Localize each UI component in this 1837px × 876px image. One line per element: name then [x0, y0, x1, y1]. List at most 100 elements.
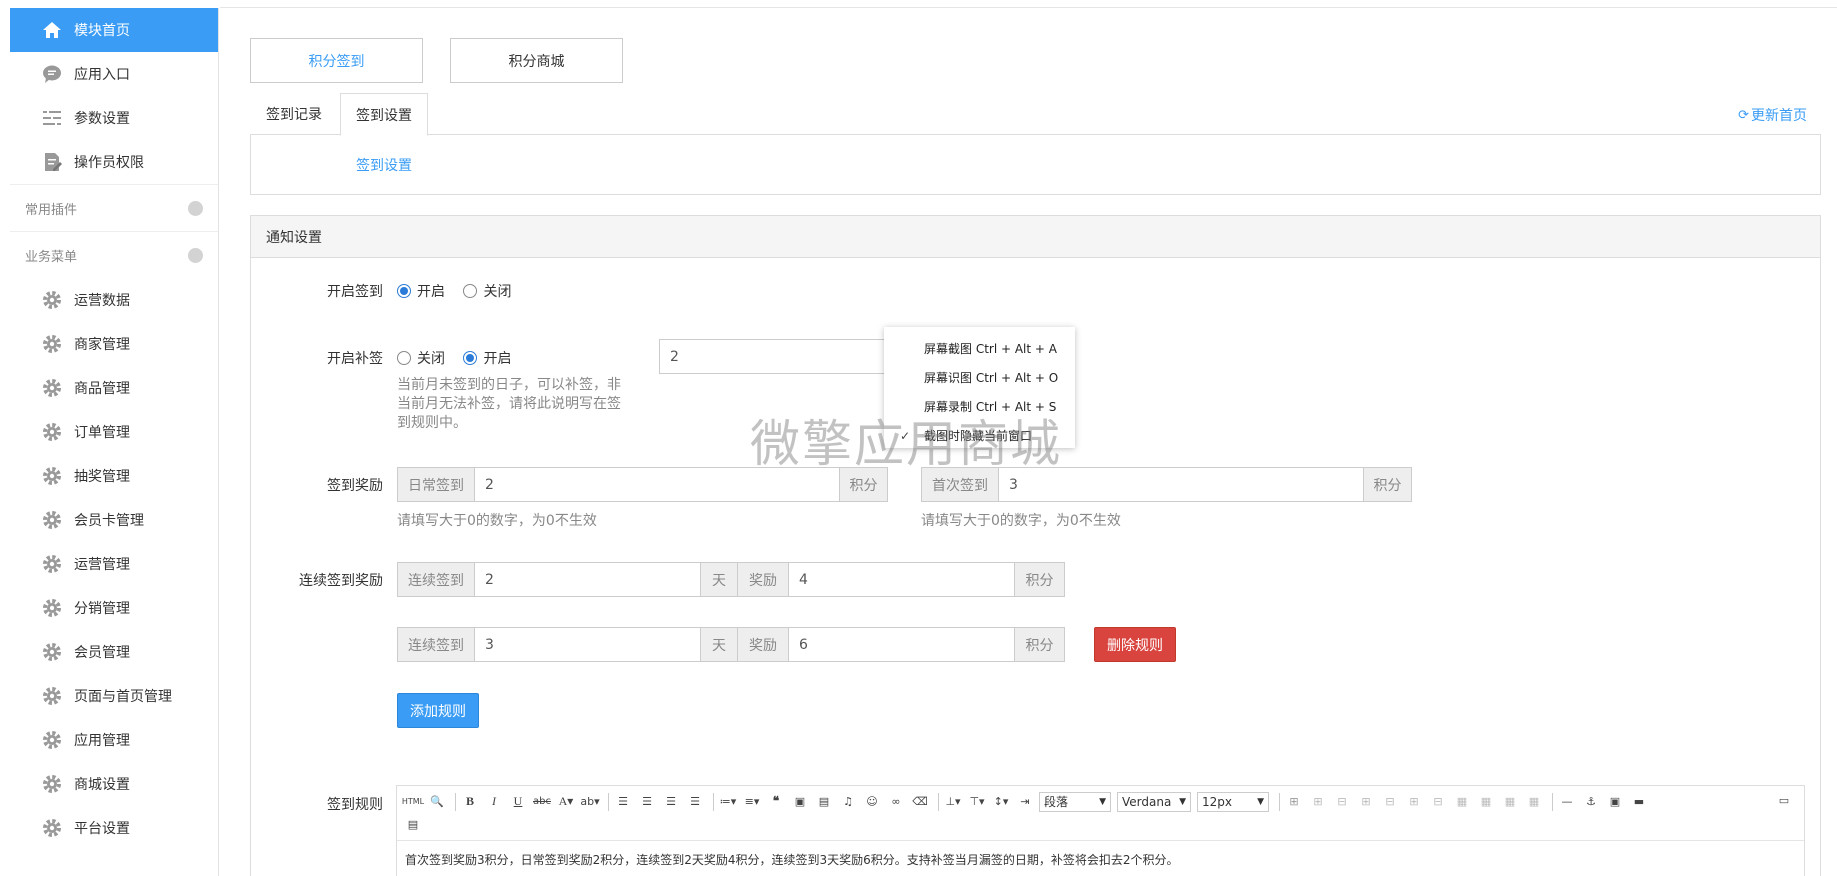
- sidebar-item-module-home[interactable]: 模块首页: [10, 8, 218, 52]
- sidebar-menu-item[interactable]: 应用管理: [10, 718, 218, 762]
- sidebar-menu-item[interactable]: 平台设置: [10, 806, 218, 850]
- sidebar-menu-item[interactable]: 页面与首页管理: [10, 674, 218, 718]
- sidebar-section-common-plugins[interactable]: 常用插件: [10, 184, 218, 231]
- reward-addon: 奖励: [737, 562, 789, 597]
- radio-checkin-on[interactable]: 开启: [397, 281, 445, 301]
- sidebar-menu-item[interactable]: 运营管理: [10, 542, 218, 586]
- sidebar-section-business-menu[interactable]: 业务菜单: [10, 231, 218, 278]
- template-icon[interactable]: ▣: [1605, 792, 1625, 812]
- continuous-days-input[interactable]: 2: [474, 562, 701, 597]
- help-line: 当前月无法补签，请将此说明写在签: [397, 396, 621, 412]
- continuous-days-addon: 连续签到: [397, 562, 475, 597]
- first-points-addon: 积分: [1363, 467, 1412, 502]
- gear-icon: [42, 290, 62, 310]
- sidebar-item-operator-permission[interactable]: 操作员权限: [10, 140, 218, 184]
- sidebar-menu-item-label: 页面与首页管理: [74, 689, 172, 705]
- row-spacing-icon[interactable]: ⊤▾: [967, 792, 987, 812]
- radio-checkin-off[interactable]: 关闭: [463, 281, 511, 301]
- sidebar-menu-item[interactable]: 分销管理: [10, 586, 218, 630]
- col-delete-icon[interactable]: ⊟: [1428, 792, 1448, 812]
- ordered-list-icon[interactable]: ≔▾: [718, 792, 738, 812]
- sidebar-menu-item[interactable]: 会员卡管理: [10, 498, 218, 542]
- sidebar-menu-item[interactable]: 运营数据: [10, 278, 218, 322]
- unordered-list-icon[interactable]: ≡▾: [742, 792, 762, 812]
- align-center-icon[interactable]: ☰: [637, 792, 657, 812]
- align-right-icon[interactable]: ☰: [661, 792, 681, 812]
- horizontal-rule-icon[interactable]: —: [1557, 792, 1577, 812]
- table-insert-icon[interactable]: ⊞: [1308, 792, 1328, 812]
- preview-zoom-icon[interactable]: 🔍: [427, 792, 447, 812]
- module-button-points-mall[interactable]: 积分商城: [450, 38, 623, 83]
- italic-icon[interactable]: I: [484, 792, 504, 812]
- table-icon[interactable]: ⊞: [1284, 792, 1304, 812]
- merge-right-icon[interactable]: ▦: [1476, 792, 1496, 812]
- continuous-days-input[interactable]: 3: [474, 627, 701, 662]
- anchor-icon[interactable]: ⚓: [1581, 792, 1601, 812]
- fullscreen-icon[interactable]: ▭: [1774, 790, 1794, 810]
- highlight-icon[interactable]: ab▾: [580, 792, 600, 812]
- continuous-points-input[interactable]: 6: [788, 627, 1015, 662]
- line-height-icon[interactable]: ↕▾: [991, 792, 1011, 812]
- underline-icon[interactable]: U: [508, 792, 528, 812]
- editor-content[interactable]: 首次签到奖励3积分，日常签到奖励2积分，连续签到2天奖励4积分，连续签到3天奖励…: [397, 841, 1804, 876]
- makeup-cost-input[interactable]: 2: [659, 339, 891, 374]
- merge-down-icon[interactable]: ▦: [1500, 792, 1520, 812]
- delete-rule-button[interactable]: 删除规则: [1094, 627, 1176, 662]
- rich-text-editor: HTML 🔍 B I U abc A▾ ab▾ ☰ ☰ ☰ ☰ ≔▾ ≡▾ ❝ …: [396, 785, 1805, 876]
- tab-checkin-records[interactable]: 签到记录: [251, 93, 337, 135]
- size-select[interactable]: 12px ▼: [1197, 791, 1269, 812]
- gear-icon: [42, 598, 62, 618]
- row-delete-icon[interactable]: ⊟: [1380, 792, 1400, 812]
- blockquote-icon[interactable]: ❝: [766, 792, 786, 812]
- sidebar-item-params[interactable]: 参数设置: [10, 96, 218, 140]
- html-source-icon[interactable]: HTML: [402, 792, 424, 812]
- radio-makeup-off[interactable]: 关闭: [397, 348, 445, 368]
- tab-checkin-settings[interactable]: 签到设置: [340, 93, 428, 136]
- row-insert-icon[interactable]: ⊞: [1356, 792, 1376, 812]
- sidebar-menu-item[interactable]: 商品管理: [10, 366, 218, 410]
- continuous-points-input[interactable]: 4: [788, 562, 1015, 597]
- add-rule-button[interactable]: 添加规则: [397, 693, 479, 728]
- context-item-ocr[interactable]: 屏幕识图 Ctrl + Alt + O: [884, 363, 1075, 392]
- eraser-icon[interactable]: ⌫: [910, 792, 930, 812]
- align-left-icon[interactable]: ☰: [613, 792, 633, 812]
- refresh-home-link[interactable]: ⟳ 更新首页: [1738, 105, 1807, 125]
- toolbar-separator: [938, 792, 939, 811]
- sidebar-menu-item[interactable]: 商家管理: [10, 322, 218, 366]
- emoji-icon[interactable]: ☺: [862, 792, 882, 812]
- sidebar-menu-item[interactable]: 订单管理: [10, 410, 218, 454]
- indent-icon[interactable]: ⇥: [1015, 792, 1035, 812]
- radio-makeup-on[interactable]: 开启: [463, 348, 511, 368]
- sub-link-checkin-settings[interactable]: 签到设置: [356, 155, 412, 175]
- format-select[interactable]: 段落 ▼: [1039, 791, 1111, 812]
- split-cells-icon[interactable]: ▦: [1524, 792, 1544, 812]
- bold-icon[interactable]: B: [460, 792, 480, 812]
- sidebar-menu-item[interactable]: 抽奖管理: [10, 454, 218, 498]
- makeup-help-text: 当前月未签到的日子，可以补签，非 当前月无法补签，请将此说明写在签 到规则中。: [397, 376, 621, 433]
- module-button-checkin-points[interactable]: 积分签到: [250, 38, 423, 83]
- strikethrough-icon[interactable]: abc: [532, 792, 552, 812]
- checkin-reward-label: 签到奖励: [327, 478, 383, 494]
- font-color-icon[interactable]: A▾: [556, 792, 576, 812]
- sidebar-menu-item[interactable]: 会员管理: [10, 630, 218, 674]
- gear-icon: [42, 422, 62, 442]
- image-icon[interactable]: ▣: [790, 792, 810, 812]
- merge-cells-icon[interactable]: ▦: [1452, 792, 1472, 812]
- file-icon[interactable]: ▤: [814, 792, 834, 812]
- sidebar-item-app-entry[interactable]: 应用入口: [10, 52, 218, 96]
- radio-dot: [463, 284, 478, 298]
- paste-icon[interactable]: ▤: [403, 815, 423, 835]
- align-justify-icon[interactable]: ☰: [685, 792, 705, 812]
- refresh-icon: ⟳: [1738, 107, 1749, 123]
- sidebar-menu-item[interactable]: 商城设置: [10, 762, 218, 806]
- radio-label: 开启: [417, 284, 445, 300]
- paragraph-spacing-icon[interactable]: ⊥▾: [943, 792, 963, 812]
- link-icon[interactable]: ∞: [886, 792, 906, 812]
- col-insert-icon[interactable]: ⊞: [1404, 792, 1424, 812]
- table-delete-icon[interactable]: ⊟: [1332, 792, 1352, 812]
- font-select[interactable]: Verdana ▼: [1117, 791, 1191, 812]
- music-icon[interactable]: ♫: [838, 792, 858, 812]
- context-item-screenshot[interactable]: 屏幕截图 Ctrl + Alt + A: [884, 334, 1075, 363]
- print-icon[interactable]: ▬: [1629, 792, 1649, 812]
- sidebar-item-label: 操作员权限: [74, 155, 144, 171]
